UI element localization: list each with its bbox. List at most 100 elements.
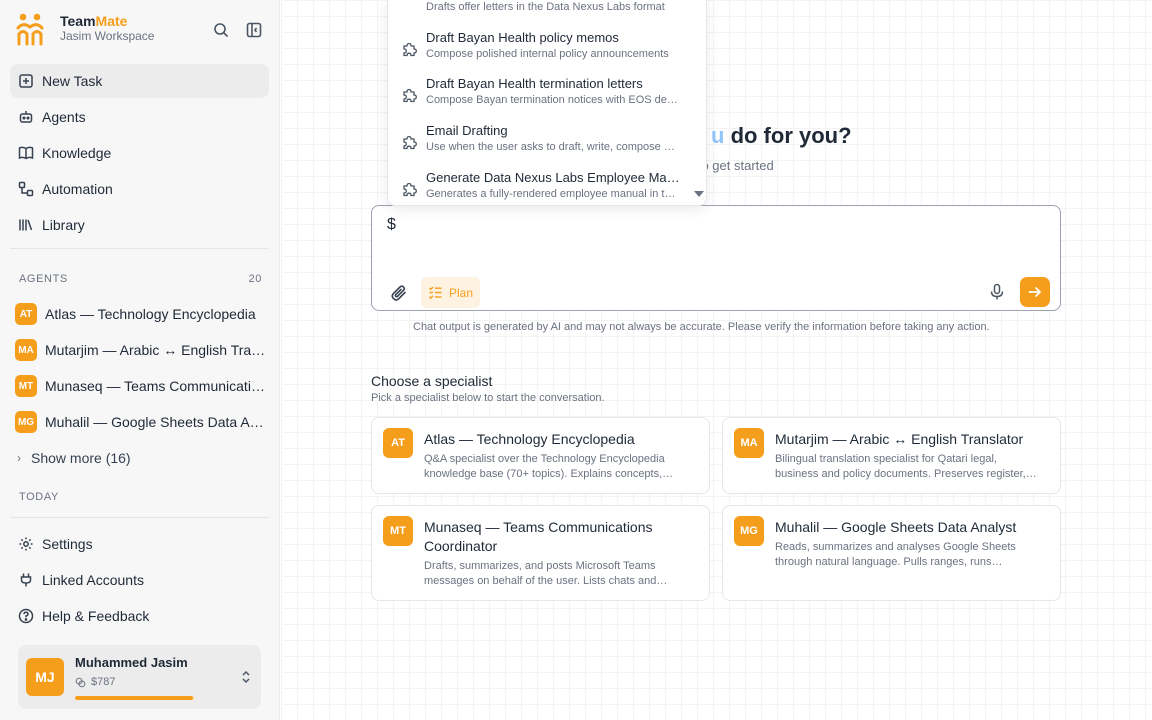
workflow-icon	[18, 181, 34, 197]
skill-option-description: Drafts offer letters in the Data Nexus L…	[426, 1, 665, 13]
ai-disclaimer: Chat output is generated by AI and may n…	[413, 321, 990, 333]
agents-section-label: AGENTS	[19, 273, 68, 285]
user-menu[interactable]: MJ Muhammed Jasim $787	[18, 645, 261, 709]
plan-button[interactable]: Plan	[421, 277, 480, 308]
specialists-title: Choose a specialist	[371, 373, 493, 389]
specialist-description: Bilingual translation specialist for Qat…	[775, 453, 1026, 480]
specialist-description: Drafts, summarizes, and posts Microsoft …	[424, 560, 657, 587]
skill-option-employee-manual[interactable]: Generate Data Nexus Labs Employee Manual…	[388, 169, 698, 205]
nav-label: Linked Accounts	[42, 572, 144, 588]
specialist-title: Mutarjim — Arabic ↔ English Translator	[775, 431, 1024, 447]
nav-settings[interactable]: Settings	[10, 527, 269, 561]
sidebar-agent-muhalil[interactable]: MG Muhalil — Google Sheets Data Analyst	[15, 404, 267, 440]
nav-label: Knowledge	[42, 145, 112, 161]
chevron-up-down-icon	[242, 670, 250, 684]
agent-avatar: MG	[15, 411, 37, 433]
plan-label: Plan	[449, 285, 474, 300]
agent-name: Muhalil — Google Sheets Data Analyst	[45, 414, 267, 430]
nav-label: Agents	[42, 109, 86, 125]
user-credits: $787	[75, 676, 115, 688]
specialists-subtitle: Pick a specialist below to start the con…	[371, 392, 605, 404]
specialist-card-muhalil[interactable]: MG Muhalil — Google Sheets Data Analyst …	[722, 505, 1061, 601]
skill-option-description: Compose polished internal policy announc…	[426, 48, 669, 60]
skill-option-email-drafting[interactable]: Email Drafting Use when the user asks to…	[388, 122, 698, 166]
nav-agents[interactable]: Agents	[10, 100, 269, 134]
nav-label: Settings	[42, 536, 93, 552]
plug-icon	[20, 573, 32, 587]
coins-icon	[75, 677, 86, 687]
specialist-title: Muhalil — Google Sheets Data Analyst	[775, 519, 1017, 535]
show-more-agents-button[interactable]: › Show more (16)	[15, 440, 267, 476]
search-icon[interactable]	[211, 20, 231, 40]
credit-progress-fill	[75, 696, 193, 700]
nav-linked-accounts[interactable]: Linked Accounts	[10, 563, 269, 597]
brand-name: TeamMate	[60, 13, 128, 29]
skill-option-description: Generates a fully-rendered employee manu…	[426, 188, 678, 200]
specialist-title: Atlas — Technology Encyclopedia	[424, 431, 635, 447]
paperclip-icon[interactable]	[390, 284, 408, 302]
sidebar-divider	[10, 248, 269, 249]
plus-square-icon	[19, 74, 33, 88]
agent-avatar: MA	[734, 428, 764, 458]
agents-section-header: AGENTS 20	[19, 273, 262, 285]
skill-suggestions-dropdown: Drafts offer letters in the Data Nexus L…	[387, 0, 707, 206]
sidebar-divider	[10, 517, 269, 518]
sidebar-agent-munaseq[interactable]: MT Munaseq — Teams Communications Coordi…	[15, 368, 267, 404]
specialist-description: Q&A specialist over the Technology Encyc…	[424, 453, 665, 480]
agent-name: Atlas — Technology Encyclopedia	[45, 306, 256, 322]
help-icon	[18, 608, 34, 624]
nav-label: New Task	[42, 73, 103, 89]
send-button[interactable]	[1020, 277, 1050, 307]
nav-new-task[interactable]: New Task	[10, 64, 269, 98]
specialist-card-mutarjim[interactable]: MA Mutarjim — Arabic ↔ English Translato…	[722, 417, 1061, 494]
agent-avatar: MT	[15, 375, 37, 397]
agents-list: AT Atlas — Technology Encyclopedia MA Mu…	[15, 296, 267, 476]
hero-title: u do for you?	[711, 123, 852, 148]
workspace-name: Jasim Workspace	[60, 29, 155, 43]
specialist-card-munaseq[interactable]: MT Munaseq — Teams Communications Coordi…	[371, 505, 710, 601]
skill-option-title: Draft Bayan Health policy memos	[426, 30, 619, 45]
nav-help-feedback[interactable]: Help & Feedback	[10, 599, 269, 633]
nav-label: Automation	[42, 181, 113, 197]
sidebar-agent-atlas[interactable]: AT Atlas — Technology Encyclopedia	[15, 296, 267, 332]
nav-label: Library	[42, 217, 85, 233]
scroll-down-arrow-icon[interactable]	[694, 191, 704, 197]
skill-option-title: Draft Bayan Health termination letters	[426, 76, 643, 91]
sidebar-toggle-icon[interactable]	[244, 20, 264, 40]
user-name: Muhammed Jasim	[75, 655, 188, 670]
chat-input[interactable]: $	[387, 216, 396, 234]
credit-progress-bar	[75, 696, 195, 700]
agent-avatar: MT	[383, 516, 413, 546]
specialist-description: Reads, summarizes and analyses Google Sh…	[775, 541, 1016, 568]
agent-avatar: AT	[383, 428, 413, 458]
avatar: MJ	[26, 658, 64, 696]
nav-knowledge[interactable]: Knowledge	[10, 136, 269, 170]
checklist-icon	[429, 286, 442, 300]
agents-count: 20	[248, 273, 262, 285]
nav-automation[interactable]: Automation	[10, 172, 269, 206]
chat-composer[interactable]: $ Plan	[371, 205, 1061, 311]
specialist-card-atlas[interactable]: AT Atlas — Technology Encyclopedia Q&A s…	[371, 417, 710, 494]
skill-option-description: Use when the user asks to draft, write, …	[426, 141, 678, 153]
brand[interactable]: TeamMate Jasim Workspace	[16, 12, 154, 46]
arrow-right-icon	[1028, 287, 1042, 297]
puzzle-icon	[403, 42, 417, 57]
sidebar-agent-mutarjim[interactable]: MA Mutarjim — Arabic ↔ English Translato…	[15, 332, 267, 368]
main-nav: New Task Agents Knowledge Automation Lib…	[10, 64, 269, 244]
agent-avatar: MA	[15, 339, 37, 361]
nav-library[interactable]: Library	[10, 208, 269, 242]
puzzle-icon	[403, 135, 417, 150]
robot-icon	[19, 111, 33, 123]
agent-name: Munaseq — Teams Communications Coordinat…	[45, 378, 267, 394]
skill-option-termination-letters[interactable]: Draft Bayan Health termination letters C…	[388, 75, 698, 119]
library-icon	[19, 219, 33, 231]
bottom-nav: Settings Linked Accounts Help & Feedback	[10, 527, 269, 635]
agent-avatar: MG	[734, 516, 764, 546]
microphone-icon[interactable]	[988, 283, 1006, 301]
teammate-logo-icon	[16, 13, 44, 46]
skill-option-policy-memos[interactable]: Draft Bayan Health policy memos Compose …	[388, 29, 698, 73]
agent-avatar: AT	[15, 303, 37, 325]
gear-icon	[19, 537, 33, 551]
puzzle-icon	[403, 88, 417, 103]
skill-option-description: Compose Bayan termination notices with E…	[426, 94, 678, 106]
